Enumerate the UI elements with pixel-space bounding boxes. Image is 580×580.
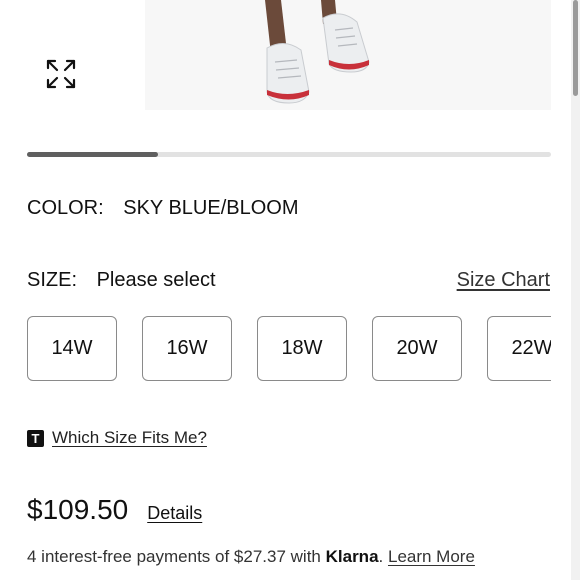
carousel-progress[interactable]: [27, 152, 551, 157]
expand-icon[interactable]: [44, 57, 78, 91]
size-option-16w[interactable]: 16W: [142, 316, 232, 381]
learn-more-link[interactable]: Learn More: [388, 547, 475, 566]
size-option-22w[interactable]: 22W: [487, 316, 551, 381]
size-chart-link[interactable]: Size Chart: [457, 269, 550, 292]
details-link[interactable]: Details: [147, 503, 202, 524]
size-selection: SIZE: Please select: [27, 269, 216, 292]
size-option-14w[interactable]: 14W: [27, 316, 117, 381]
sneaker-image: [265, 0, 370, 104]
color-value: SKY BLUE/BLOOM: [123, 197, 299, 219]
product-image[interactable]: [145, 0, 551, 110]
klarna-logo: Klarna: [325, 547, 379, 566]
color-selection: COLOR: SKY BLUE/BLOOM: [27, 197, 299, 220]
price: $109.50: [27, 494, 129, 525]
klarna-text: 4 interest-free payments of $27.37 with: [27, 547, 326, 566]
klarna-period: .: [378, 547, 388, 566]
scrollbar-thumb[interactable]: [573, 0, 578, 96]
true-fit-icon: T: [27, 429, 44, 447]
size-value: Please select: [96, 269, 216, 291]
which-size-fits-link[interactable]: Which Size Fits Me?: [52, 428, 207, 448]
size-option-18w[interactable]: 18W: [257, 316, 347, 381]
klarna-message: 4 interest-free payments of $27.37 with …: [27, 547, 475, 567]
size-options: 14W 16W 18W 20W 22W: [27, 316, 551, 384]
color-label: COLOR:: [27, 197, 104, 219]
size-option-20w[interactable]: 20W: [372, 316, 462, 381]
fit-finder: T Which Size Fits Me?: [27, 428, 207, 448]
size-label: SIZE:: [27, 269, 78, 291]
carousel-progress-thumb: [27, 152, 158, 157]
price-row: $109.50 Details: [27, 494, 202, 526]
scrollbar[interactable]: [571, 0, 580, 580]
